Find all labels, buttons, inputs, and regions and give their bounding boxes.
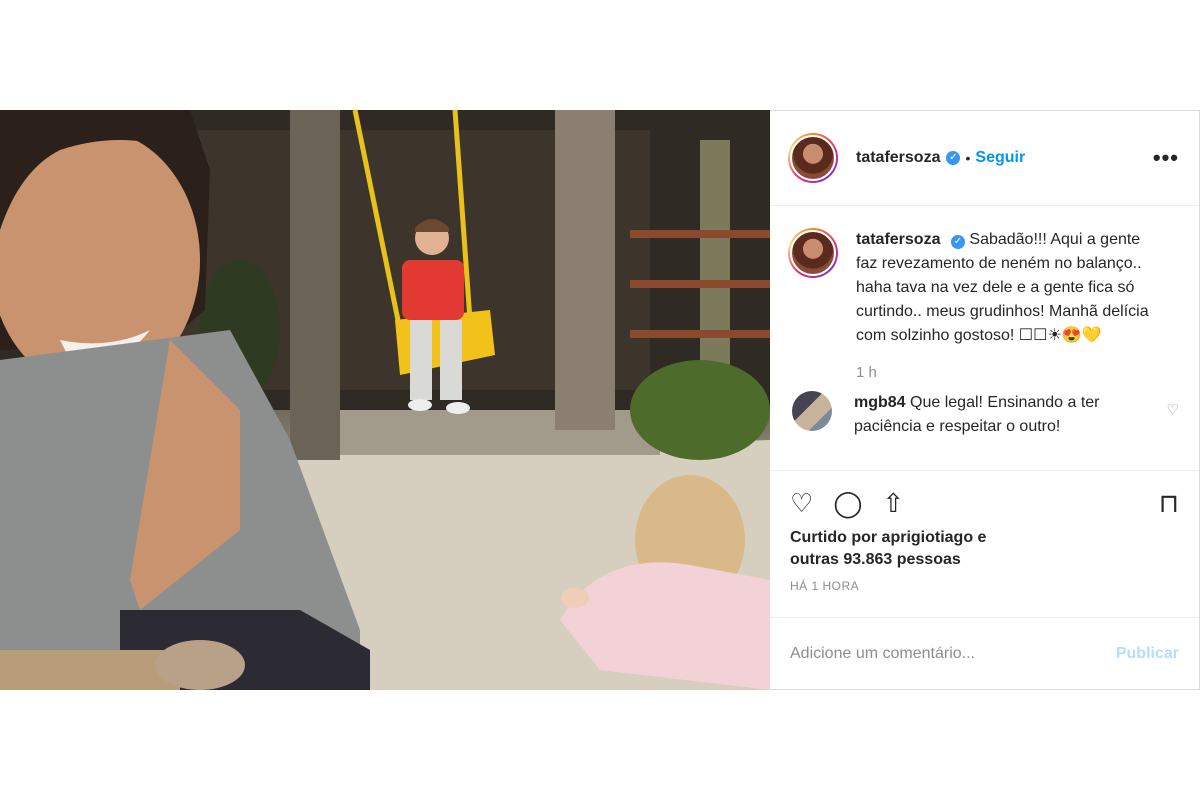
caption-username[interactable]: tatafersoza (856, 231, 940, 248)
likes-line-2: outras 93.863 pessoas (790, 551, 961, 568)
bookmark-icon[interactable]: ⊓ (1159, 490, 1179, 516)
commenter-avatar[interactable] (792, 391, 832, 431)
follow-button[interactable]: Seguir (975, 149, 1025, 167)
comment-item: mgb84 Que legal! Ensinando a ter paciênc… (788, 391, 1179, 439)
caption: tatafersoza ✓ Sabadão!!! Aqui a gente fa… (788, 228, 1179, 348)
comment-like-icon[interactable]: ♡ (1166, 401, 1179, 418)
more-options-icon[interactable]: ••• (1153, 145, 1179, 171)
post-photo[interactable] (0, 110, 770, 690)
post-timestamp: HÁ 1 HORA (790, 579, 860, 593)
like-heart-icon[interactable]: ♡ (790, 490, 813, 516)
caption-time: 1 h (856, 364, 877, 381)
post-header: tatafersoza ✓ • Seguir ••• (770, 111, 1199, 206)
instagram-post: tatafersoza ✓ • Seguir ••• tatafersoza ✓… (0, 110, 1200, 690)
publish-button[interactable]: Publicar (1116, 645, 1179, 663)
caption-author-avatar[interactable] (788, 228, 838, 278)
verified-badge-icon: ✓ (946, 151, 961, 165)
verified-badge-icon: ✓ (950, 235, 965, 249)
comments-section: tatafersoza ✓ Sabadão!!! Aqui a gente fa… (770, 206, 1199, 471)
comment-username[interactable]: mgb84 (854, 394, 906, 411)
add-comment-bar: Publicar (770, 617, 1199, 689)
author-username[interactable]: tatafersoza (856, 149, 940, 167)
likes-summary[interactable]: Curtido por aprigiotiago e outras 93.863… (770, 521, 1199, 571)
comment-input[interactable] (790, 644, 1116, 663)
action-bar: ♡ ◯ ⇧ ⊓ (770, 471, 1199, 521)
post-side-panel: tatafersoza ✓ • Seguir ••• tatafersoza ✓… (770, 110, 1200, 690)
likes-line-1: Curtido por aprigiotiago e (790, 529, 987, 546)
photo-illustration (0, 110, 770, 690)
comment-bubble-icon[interactable]: ◯ (833, 490, 862, 516)
header-separator: • (965, 150, 971, 166)
share-icon[interactable]: ⇧ (882, 490, 904, 516)
author-avatar[interactable] (788, 133, 838, 183)
